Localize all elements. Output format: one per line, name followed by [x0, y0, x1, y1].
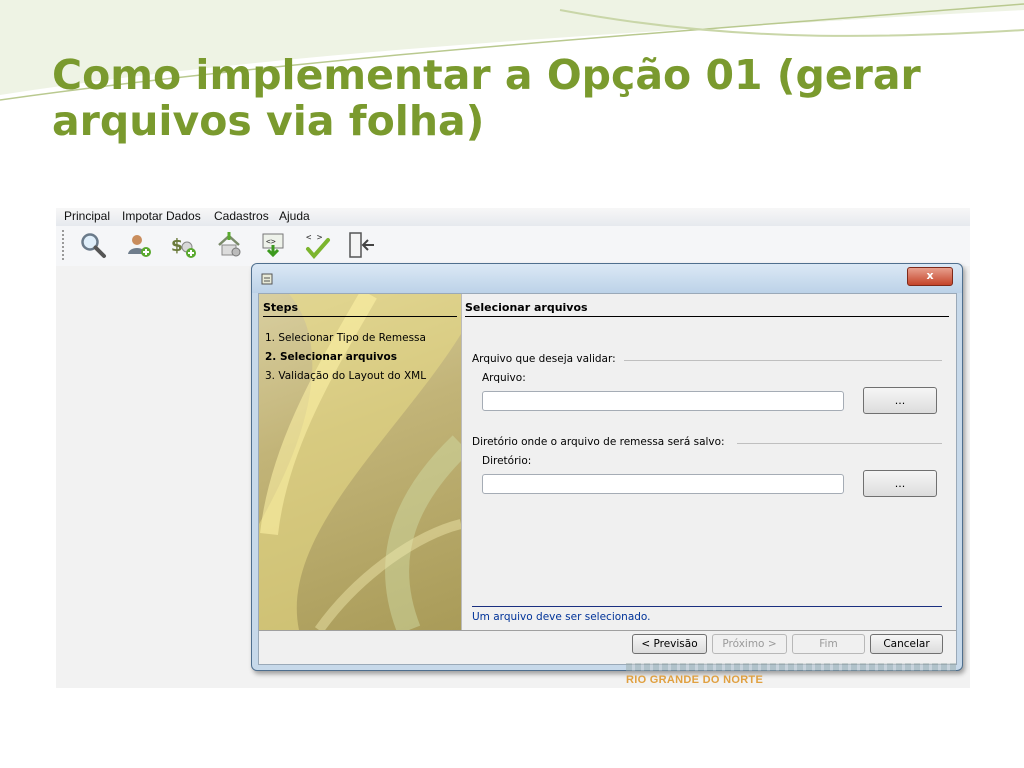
browse-directory-button[interactable]: ... [863, 470, 937, 497]
content-title: Selecionar arquivos [465, 301, 588, 314]
close-icon: x [926, 269, 934, 282]
file-label: Arquivo: [482, 372, 526, 384]
content-panel: Selecionar arquivos Arquivo que deseja v… [462, 294, 956, 630]
menu-principal[interactable]: Principal [64, 209, 110, 223]
search-icon[interactable] [78, 230, 108, 260]
close-button[interactable]: x [907, 267, 953, 286]
finish-button[interactable]: Fim [792, 634, 865, 654]
menu-importar-dados[interactable]: Impotar Dados [122, 209, 201, 223]
file-group-line [624, 360, 942, 361]
file-path-input[interactable] [482, 391, 844, 411]
brand-caption: RIO GRANDE DO NORTE [626, 674, 764, 686]
steps-panel: Steps 1. Selecionar Tipo de Remessa 2. S… [259, 294, 462, 630]
status-divider [472, 606, 942, 607]
directory-group-line [737, 443, 942, 444]
slide-title: Como implementar a Opção 01 (gerar arqui… [52, 52, 982, 144]
svg-text:$: $ [171, 236, 183, 256]
dialog-body: Steps 1. Selecionar Tipo de Remessa 2. S… [258, 293, 957, 665]
steps-title: Steps [263, 301, 299, 314]
xml-validate-icon[interactable]: < > [302, 230, 332, 260]
step-3: 3. Validação do Layout do XML [265, 370, 427, 382]
cancel-button[interactable]: Cancelar [870, 634, 943, 654]
directory-group-title: Diretório onde o arquivo de remessa será… [472, 436, 725, 448]
content-divider [465, 316, 949, 317]
export-download-icon[interactable]: <> [258, 230, 288, 260]
toolbar: $ <> < > [56, 226, 970, 266]
menu-bar: Principal Impotar Dados Cadastros Ajuda [56, 208, 970, 226]
validation-message: Um arquivo deve ser selecionado. [472, 611, 651, 623]
previous-button[interactable]: < Previsão [632, 634, 707, 654]
dialog-titlebar: x [252, 264, 962, 293]
menu-ajuda[interactable]: Ajuda [279, 209, 310, 223]
background-caption-blur [626, 663, 956, 671]
svg-text:< >: < > [306, 233, 323, 243]
slide-title-line-1: Como implementar a Opção 01 (gerar [52, 51, 921, 99]
file-group-title: Arquivo que deseja validar: [472, 353, 616, 365]
step-1: 1. Selecionar Tipo de Remessa [265, 332, 426, 344]
directory-path-input[interactable] [482, 474, 844, 494]
app-window: Principal Impotar Dados Cadastros Ajuda … [56, 208, 970, 688]
next-button[interactable]: Próximo > [712, 634, 787, 654]
dialog-app-icon [261, 273, 273, 285]
wizard-dialog: x Steps 1. Selecionar Tipo de Remessa 2.… [251, 263, 963, 671]
slide-title-line-2: arquivos via folha) [52, 97, 485, 145]
import-home-icon[interactable] [214, 230, 244, 260]
exit-door-icon[interactable] [346, 230, 376, 260]
steps-divider [263, 316, 457, 317]
step-2-current: 2. Selecionar arquivos [265, 351, 397, 363]
add-money-icon[interactable]: $ [168, 230, 198, 260]
toolbar-grip[interactable] [62, 230, 68, 260]
footer-divider [259, 630, 956, 631]
browse-file-button[interactable]: ... [863, 387, 937, 414]
svg-text:<>: <> [266, 237, 276, 246]
steps-background-art [259, 294, 461, 630]
add-person-icon[interactable] [124, 230, 154, 260]
directory-label: Diretório: [482, 455, 532, 467]
menu-cadastros[interactable]: Cadastros [214, 209, 269, 223]
